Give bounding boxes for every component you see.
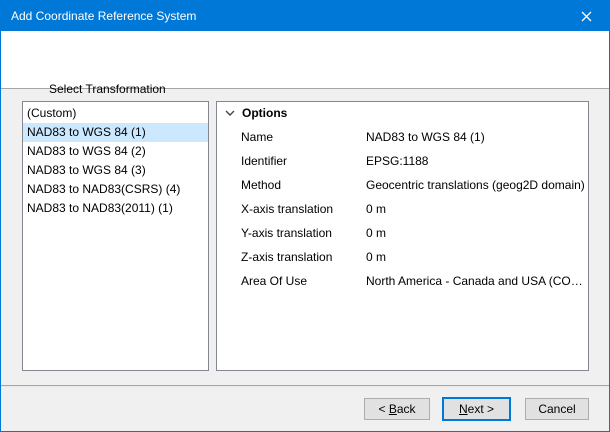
list-item-nad83-csrs-4[interactable]: NAD83 to NAD83(CSRS) (4): [23, 180, 208, 199]
list-item-nad83-wgs84-3[interactable]: NAD83 to WGS 84 (3): [23, 161, 208, 180]
back-button-label: <: [378, 402, 388, 416]
option-row-x-axis: X-axis translation 0 m: [217, 197, 587, 221]
list-item-nad83-wgs84-1[interactable]: NAD83 to WGS 84 (1): [23, 123, 208, 142]
list-item-custom[interactable]: (Custom): [23, 104, 208, 123]
option-value: NAD83 to WGS 84 (1): [366, 125, 587, 149]
option-value: 0 m: [366, 221, 587, 245]
option-label: Method: [241, 173, 366, 197]
next-button-label-rest: ext >: [468, 402, 494, 416]
option-label: Z-axis translation: [241, 245, 366, 269]
options-header-label: Options: [242, 106, 287, 120]
list-item-nad83-2011-1[interactable]: NAD83 to NAD83(2011) (1): [23, 199, 208, 218]
option-value: 0 m: [366, 245, 587, 269]
option-value: Geocentric translations (geog2D domain): [366, 173, 587, 197]
option-label: Area Of Use: [241, 269, 366, 293]
option-row-y-axis: Y-axis translation 0 m: [217, 221, 587, 245]
footer-separator: [1, 385, 609, 387]
close-icon: [581, 11, 592, 22]
back-button[interactable]: < Back: [364, 398, 430, 420]
add-crs-dialog: Add Coordinate Reference System Select T…: [0, 0, 610, 432]
option-label: Identifier: [241, 149, 366, 173]
list-item-nad83-wgs84-2[interactable]: NAD83 to WGS 84 (2): [23, 142, 208, 161]
option-row-identifier: Identifier EPSG:1188: [217, 149, 587, 173]
chevron-down-icon: [225, 110, 235, 116]
option-value: EPSG:1188: [366, 149, 587, 173]
option-row-method: Method Geocentric translations (geog2D d…: [217, 173, 587, 197]
wizard-header-band: Select Transformation: [1, 31, 609, 89]
cancel-button-label: Cancel: [538, 402, 575, 416]
next-button-mnemonic: N: [459, 402, 468, 416]
cancel-button[interactable]: Cancel: [525, 398, 589, 420]
titlebar[interactable]: Add Coordinate Reference System: [1, 1, 609, 31]
options-rows: Name NAD83 to WGS 84 (1) Identifier EPSG…: [217, 125, 587, 293]
window-title: Add Coordinate Reference System: [11, 9, 196, 23]
option-label: Name: [241, 125, 366, 149]
page-subtitle: Select Transformation: [49, 82, 166, 96]
option-label: Y-axis translation: [241, 221, 366, 245]
options-panel: Options Name NAD83 to WGS 84 (1) Identif…: [216, 101, 589, 371]
transformation-list: (Custom) NAD83 to WGS 84 (1) NAD83 to WG…: [22, 101, 209, 371]
option-value: 0 m: [366, 197, 587, 221]
back-button-mnemonic: B: [389, 402, 397, 416]
option-label: X-axis translation: [241, 197, 366, 221]
options-group-header[interactable]: Options: [217, 105, 588, 121]
option-row-name: Name NAD83 to WGS 84 (1): [217, 125, 587, 149]
close-button[interactable]: [564, 1, 609, 31]
option-row-area-of-use: Area Of Use North America - Canada and U…: [217, 269, 587, 293]
back-button-label-rest: ack: [397, 402, 416, 416]
option-row-z-axis: Z-axis translation 0 m: [217, 245, 587, 269]
next-button[interactable]: Next >: [442, 397, 511, 421]
option-value: North America - Canada and USA (CO…: [366, 269, 587, 293]
